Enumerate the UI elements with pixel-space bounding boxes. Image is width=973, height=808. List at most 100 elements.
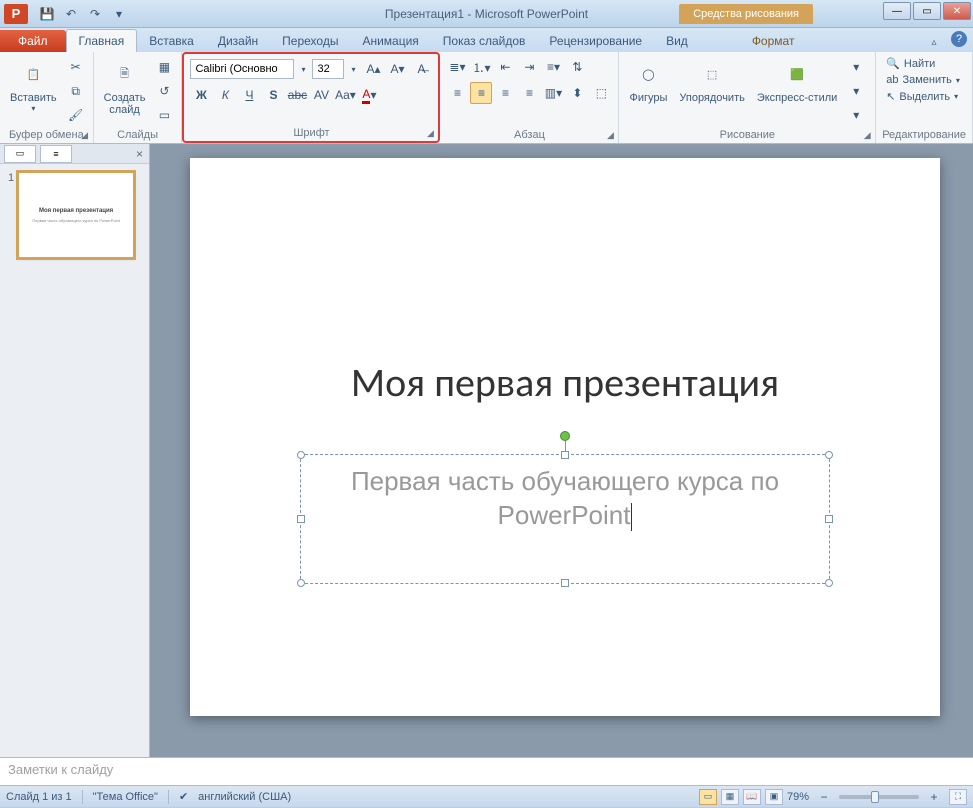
resize-handle-s[interactable] xyxy=(561,579,569,587)
resize-handle-ne[interactable] xyxy=(825,451,833,459)
subtitle-placeholder[interactable]: Первая часть обучающего курса по PowerPo… xyxy=(300,454,830,584)
smartart-icon[interactable]: ⬚ xyxy=(590,82,612,104)
shapes-button[interactable]: ◯ Фигуры xyxy=(625,56,671,106)
grow-font-icon[interactable]: A▴ xyxy=(362,58,384,80)
tab-format[interactable]: Формат xyxy=(740,30,807,52)
decrease-indent-icon[interactable]: ⇤ xyxy=(494,56,516,78)
italic-icon[interactable]: К xyxy=(214,84,236,106)
resize-handle-se[interactable] xyxy=(825,579,833,587)
tab-home[interactable]: Главная xyxy=(66,29,138,52)
reset-icon[interactable]: ↺ xyxy=(153,80,175,102)
underline-icon[interactable]: Ч xyxy=(238,84,260,106)
undo-icon[interactable]: ↶ xyxy=(60,3,82,25)
resize-handle-n[interactable] xyxy=(561,451,569,459)
quick-styles-button[interactable]: 🟩 Экспресс-стили xyxy=(753,56,841,106)
align-center-icon[interactable]: ≡ xyxy=(470,82,492,104)
sorter-view-icon[interactable]: ▦ xyxy=(721,789,739,805)
align-text-icon[interactable]: ⬍ xyxy=(566,82,588,104)
increase-indent-icon[interactable]: ⇥ xyxy=(518,56,540,78)
shrink-font-icon[interactable]: A▾ xyxy=(386,58,408,80)
zoom-in-icon[interactable]: + xyxy=(923,786,945,808)
slide-canvas-area[interactable]: Моя первая презентация Первая часть обуч… xyxy=(150,144,973,757)
copy-icon[interactable]: ⧉ xyxy=(65,80,87,102)
clear-format-icon[interactable]: A̶ xyxy=(410,58,432,80)
zoom-level[interactable]: 79% xyxy=(787,791,809,803)
tab-transitions[interactable]: Переходы xyxy=(270,30,350,52)
reading-view-icon[interactable]: 📖 xyxy=(743,789,761,805)
strike-icon[interactable]: abc xyxy=(286,84,308,106)
find-button[interactable]: 🔍Найти xyxy=(882,56,966,71)
paste-button[interactable]: 📋 Вставить ▾ xyxy=(6,56,61,115)
minimize-button[interactable]: — xyxy=(883,2,911,20)
close-button[interactable]: ✕ xyxy=(943,2,971,20)
layout-icon[interactable]: ▦ xyxy=(153,56,175,78)
align-right-icon[interactable]: ≡ xyxy=(494,82,516,104)
subtitle-text[interactable]: Первая часть обучающего курса по PowerPo… xyxy=(301,465,829,533)
tab-insert[interactable]: Вставка xyxy=(137,30,206,52)
align-left-icon[interactable]: ≡ xyxy=(446,82,468,104)
arrange-button[interactable]: ⬚ Упорядочить xyxy=(675,56,748,106)
qat-customize-icon[interactable]: ▾ xyxy=(108,3,130,25)
replace-button[interactable]: abЗаменить▾ xyxy=(882,73,966,87)
zoom-out-icon[interactable]: − xyxy=(813,786,835,808)
save-icon[interactable]: 💾 xyxy=(36,3,58,25)
tab-animations[interactable]: Анимация xyxy=(350,30,430,52)
font-size-input[interactable] xyxy=(312,59,344,79)
clipboard-launcher-icon[interactable]: ◢ xyxy=(79,129,91,141)
outline-tab-icon[interactable]: ≡ xyxy=(40,145,72,163)
font-name-input[interactable] xyxy=(190,59,294,79)
resize-handle-sw[interactable] xyxy=(297,579,305,587)
format-painter-icon[interactable]: 🖌 xyxy=(65,104,87,126)
file-tab[interactable]: Файл xyxy=(0,30,66,52)
font-size-dropdown-icon[interactable]: ▾ xyxy=(346,58,360,80)
language-indicator[interactable]: английский (США) xyxy=(198,791,291,803)
cut-icon[interactable]: ✂ xyxy=(65,56,87,78)
paragraph-launcher-icon[interactable]: ◢ xyxy=(604,129,616,141)
section-icon[interactable]: ▭ xyxy=(153,104,175,126)
zoom-slider[interactable] xyxy=(839,795,919,799)
notes-pane[interactable]: Заметки к слайду xyxy=(0,757,973,785)
fit-window-icon[interactable]: ⛶ xyxy=(949,789,967,805)
slide[interactable]: Моя первая презентация Первая часть обуч… xyxy=(190,158,940,716)
text-direction-icon[interactable]: ⇅ xyxy=(566,56,588,78)
panel-close-icon[interactable]: × xyxy=(136,147,143,161)
slideshow-view-icon[interactable]: ▣ xyxy=(765,789,783,805)
maximize-button[interactable]: ▭ xyxy=(913,2,941,20)
redo-icon[interactable]: ↷ xyxy=(84,3,106,25)
rotation-handle[interactable] xyxy=(560,431,570,441)
new-slide-icon: 🗎 xyxy=(109,58,141,90)
justify-icon[interactable]: ≡ xyxy=(518,82,540,104)
tab-review[interactable]: Рецензирование xyxy=(537,30,654,52)
spellcheck-icon[interactable]: ✔ xyxy=(179,790,188,803)
slide-title-text[interactable]: Моя первая презентация xyxy=(190,358,940,407)
font-color-icon[interactable]: A▾ xyxy=(358,84,380,106)
drawing-launcher-icon[interactable]: ◢ xyxy=(861,129,873,141)
numbering-icon[interactable]: ⒈▾ xyxy=(470,56,492,78)
shape-outline-icon[interactable]: ▾ xyxy=(845,80,867,102)
tab-view[interactable]: Вид xyxy=(654,30,700,52)
help-icon[interactable]: ? xyxy=(951,31,967,47)
shape-fill-icon[interactable]: ▾ xyxy=(845,56,867,78)
thumbnail-preview[interactable]: Моя первая презентация Первая часть обуч… xyxy=(18,172,134,258)
ribbon-minimize-icon[interactable]: ▵ xyxy=(923,31,945,53)
shape-effects-icon[interactable]: ▾ xyxy=(845,104,867,126)
bold-icon[interactable]: Ж xyxy=(190,84,212,106)
slides-tab-icon[interactable]: ▭ xyxy=(4,145,36,163)
resize-handle-nw[interactable] xyxy=(297,451,305,459)
zoom-slider-thumb[interactable] xyxy=(871,791,879,803)
arrange-label: Упорядочить xyxy=(679,92,744,104)
new-slide-button[interactable]: 🗎 Создать слайд xyxy=(100,56,150,118)
line-spacing-icon[interactable]: ≡▾ xyxy=(542,56,564,78)
tab-slideshow[interactable]: Показ слайдов xyxy=(431,30,538,52)
columns-icon[interactable]: ▥▾ xyxy=(542,82,564,104)
change-case-icon[interactable]: Aa▾ xyxy=(334,84,356,106)
char-spacing-icon[interactable]: AV xyxy=(310,84,332,106)
font-launcher-icon[interactable]: ◢ xyxy=(424,127,436,139)
tab-design[interactable]: Дизайн xyxy=(206,30,270,52)
bullets-icon[interactable]: ≣▾ xyxy=(446,56,468,78)
font-name-dropdown-icon[interactable]: ▾ xyxy=(296,58,310,80)
thumbnail-item[interactable]: 1 Моя первая презентация Первая часть об… xyxy=(8,172,141,258)
normal-view-icon[interactable]: ▭ xyxy=(699,789,717,805)
select-button[interactable]: ↖Выделить▾ xyxy=(882,89,966,104)
shadow-icon[interactable]: S xyxy=(262,84,284,106)
